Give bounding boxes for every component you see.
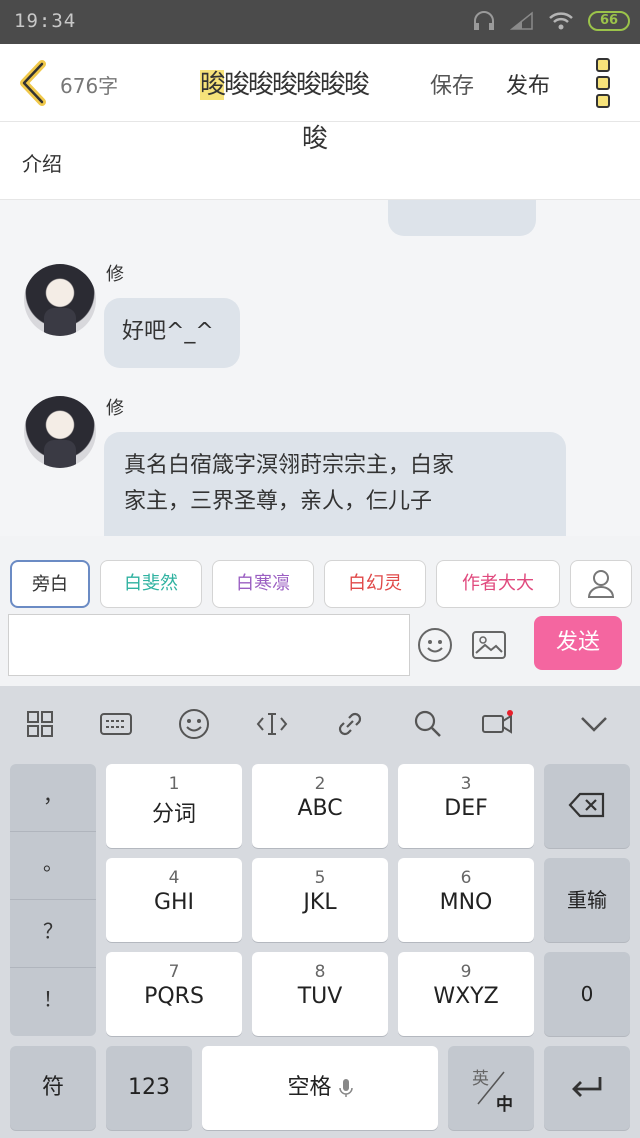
image-icon[interactable] xyxy=(472,631,506,659)
language-toggle-key[interactable]: 英 中 xyxy=(448,1046,534,1130)
key-number: 1 xyxy=(168,774,180,794)
previous-message-bubble[interactable] xyxy=(388,200,536,236)
key-6[interactable]: 6 MNO xyxy=(398,858,534,942)
avatar[interactable] xyxy=(24,396,96,468)
space-label: 空格 xyxy=(287,1075,332,1100)
slash-divider xyxy=(477,1071,505,1105)
punct-key[interactable]: 。 xyxy=(10,832,96,900)
cursor-move-icon[interactable] xyxy=(254,706,290,742)
collapse-keyboard-icon[interactable] xyxy=(576,706,612,742)
editor-header: 676字 晙晙晙晙晙晙晙 保存 发布 xyxy=(0,44,640,122)
role-button[interactable]: 白斐然 xyxy=(100,560,202,608)
status-time: 19:34 xyxy=(14,10,77,32)
space-key[interactable]: 空格 xyxy=(202,1046,438,1130)
search-icon[interactable] xyxy=(410,706,446,742)
retype-key[interactable]: 重输 xyxy=(544,858,630,942)
more-menu-icon[interactable] xyxy=(596,58,612,108)
composer-panel: 旁白 白斐然 白寒凛 白幻灵 作者大大 发送 xyxy=(0,536,640,686)
publish-button[interactable]: 发布 xyxy=(506,68,550,100)
battery-indicator: 66 xyxy=(588,11,630,31)
key-number: 6 xyxy=(460,868,472,888)
sender-name: 修 xyxy=(106,398,124,419)
headphones-icon xyxy=(474,11,494,30)
punctuation-column: ， 。 ？ ！ xyxy=(10,764,96,1036)
key-number: 4 xyxy=(168,868,180,888)
key-5[interactable]: 5 JKL xyxy=(252,858,388,942)
key-number: 3 xyxy=(460,774,472,794)
status-bar: 19:34 66 xyxy=(0,0,640,44)
microphone-icon xyxy=(338,1079,353,1097)
enter-icon xyxy=(572,1077,602,1097)
role-button[interactable]: 白幻灵 xyxy=(324,560,426,608)
key-9[interactable]: 9 WXYZ xyxy=(398,952,534,1036)
keyboard-layout-icon[interactable] xyxy=(98,706,134,742)
back-arrow-icon[interactable] xyxy=(16,60,50,106)
key-label: PQRS xyxy=(144,984,204,1009)
backspace-key[interactable] xyxy=(544,764,630,848)
story-title-overflow: 晙 xyxy=(302,124,329,154)
key-3[interactable]: 3 DEF xyxy=(398,764,534,848)
role-narrator-button[interactable]: 旁白 xyxy=(10,560,90,608)
key-label: MNO xyxy=(439,890,493,915)
link-icon[interactable] xyxy=(332,706,368,742)
sender-name: 修 xyxy=(106,264,124,285)
message-input[interactable] xyxy=(8,614,410,676)
keyboard-toolbar xyxy=(0,686,640,762)
word-count: 676字 xyxy=(60,74,119,98)
key-1[interactable]: 1 分词 xyxy=(106,764,242,848)
story-title-rest: 晙晙晙晙晙晙 xyxy=(224,70,370,100)
message-text-line: 家主，三界圣尊，亲人，仨儿子 xyxy=(124,489,433,514)
enter-key[interactable] xyxy=(544,1046,630,1130)
save-button[interactable]: 保存 xyxy=(430,68,474,100)
role-button[interactable]: 作者大大 xyxy=(436,560,560,608)
key-number: 7 xyxy=(168,962,180,982)
key-label: 分词 xyxy=(151,802,196,827)
role-button[interactable]: 白寒凛 xyxy=(212,560,314,608)
signal-icon xyxy=(510,11,533,30)
key-number: 9 xyxy=(460,962,472,982)
symbols-key[interactable]: 符 xyxy=(10,1046,96,1130)
story-title-first-char: 晙 xyxy=(200,70,226,100)
message-text: 好吧^_^ xyxy=(122,319,214,344)
key-number: 5 xyxy=(314,868,326,888)
key-label: ABC xyxy=(297,796,343,821)
key-label: WXYZ xyxy=(433,984,499,1009)
key-7[interactable]: 7 PQRS xyxy=(106,952,242,1036)
emoji-icon[interactable] xyxy=(418,628,452,662)
key-label: GHI xyxy=(153,890,195,915)
grid-menu-icon[interactable] xyxy=(22,706,58,742)
chat-area[interactable]: 修 好吧^_^ 修 真名白宿箴字溟翎莳宗宗主，白家 家主，三界圣尊，亲人，仨儿子 xyxy=(0,200,640,536)
numbers-key[interactable]: 123 xyxy=(106,1046,192,1130)
wifi-icon xyxy=(549,12,573,30)
key-8[interactable]: 8 TUV xyxy=(252,952,388,1036)
add-character-button[interactable] xyxy=(570,560,632,608)
lang-cn-label: 中 xyxy=(496,1095,513,1115)
key-2[interactable]: 2 ABC xyxy=(252,764,388,848)
punct-key[interactable]: ！ xyxy=(10,968,96,1036)
status-icons: 66 xyxy=(472,10,630,32)
person-icon xyxy=(587,570,615,598)
message-text-line: 真名白宿箴字溟翎莳宗宗主，白家 xyxy=(124,453,455,478)
video-icon[interactable] xyxy=(480,706,516,742)
key-0[interactable]: 0 xyxy=(544,952,630,1036)
key-number: 2 xyxy=(314,774,326,794)
ime-keyboard: ， 。 ？ ！ 1 分词 2 ABC 3 DEF 4 GHI 5 JKL 6 M… xyxy=(0,686,640,1138)
key-label: TUV xyxy=(297,984,343,1009)
message-bubble[interactable]: 好吧^_^ xyxy=(104,298,240,368)
punct-key[interactable]: ， xyxy=(10,764,96,832)
story-title[interactable]: 晙晙晙晙晙晙晙 xyxy=(200,64,370,101)
backspace-icon xyxy=(568,792,605,818)
key-label: JKL xyxy=(303,890,337,915)
send-button[interactable]: 发送 xyxy=(534,616,622,670)
key-label: DEF xyxy=(444,796,488,821)
punct-key[interactable]: ？ xyxy=(10,900,96,968)
key-number: 8 xyxy=(314,962,326,982)
key-4[interactable]: 4 GHI xyxy=(106,858,242,942)
avatar[interactable] xyxy=(24,264,96,336)
emoji-face-icon[interactable] xyxy=(176,706,212,742)
message-bubble[interactable]: 真名白宿箴字溟翎莳宗宗主，白家 家主，三界圣尊，亲人，仨儿子 xyxy=(104,432,566,536)
intro-label: 介绍 xyxy=(22,152,62,176)
